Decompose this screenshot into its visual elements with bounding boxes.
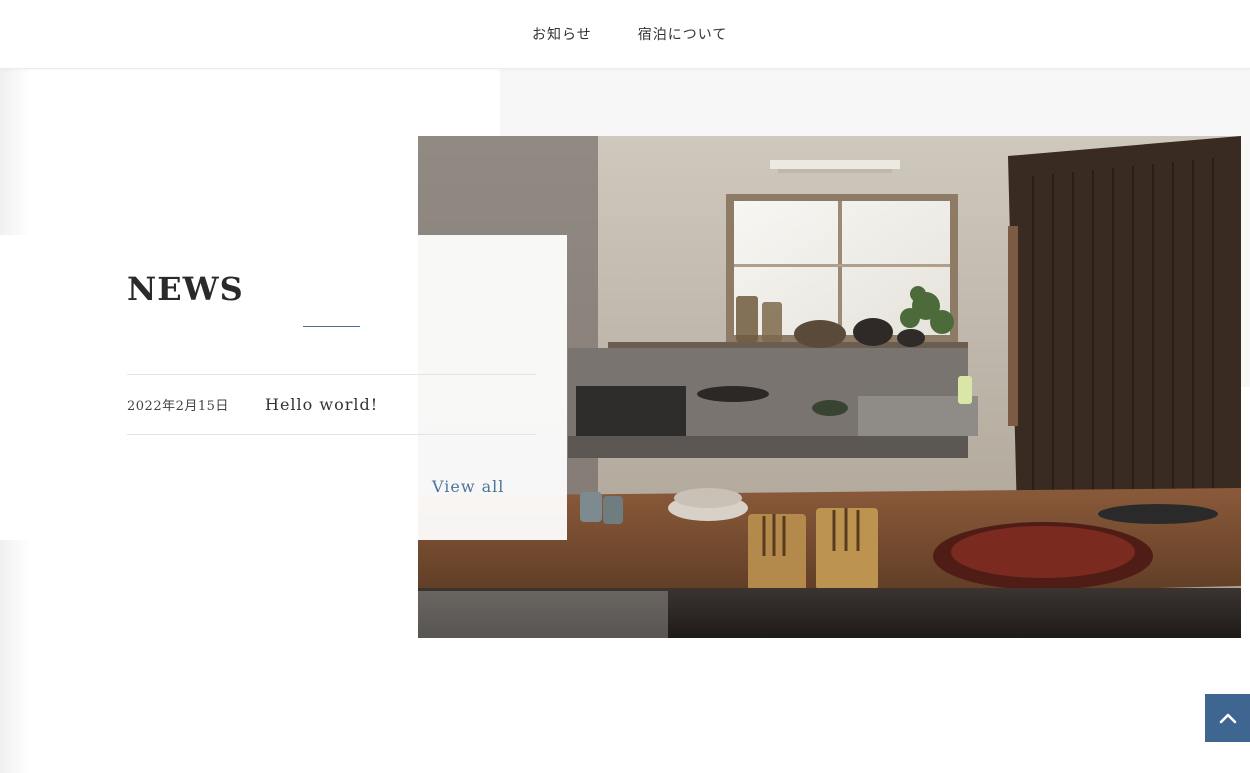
nav-item-news[interactable]: お知らせ xyxy=(532,24,592,44)
news-item-title[interactable]: Hello world! xyxy=(265,395,378,414)
news-item-date: 2022年2月15日 xyxy=(127,399,229,414)
news-list: 2022年2月15日 Hello world! xyxy=(127,374,536,435)
site-header: お知らせ 宿泊について xyxy=(0,0,1250,69)
news-heading: NEWS xyxy=(127,270,244,308)
nav-item-accommodation[interactable]: 宿泊について xyxy=(638,24,728,44)
chevron-up-icon xyxy=(1219,713,1236,724)
back-to-top-button[interactable] xyxy=(1205,694,1250,742)
page: お知らせ 宿泊について NEWS 2022年2月15日 Hello world!… xyxy=(0,0,1250,773)
news-item[interactable]: 2022年2月15日 Hello world! xyxy=(127,375,536,435)
view-all-link[interactable]: View all xyxy=(432,477,504,496)
heading-underline xyxy=(303,326,360,327)
main-nav: お知らせ 宿泊について xyxy=(532,24,727,44)
